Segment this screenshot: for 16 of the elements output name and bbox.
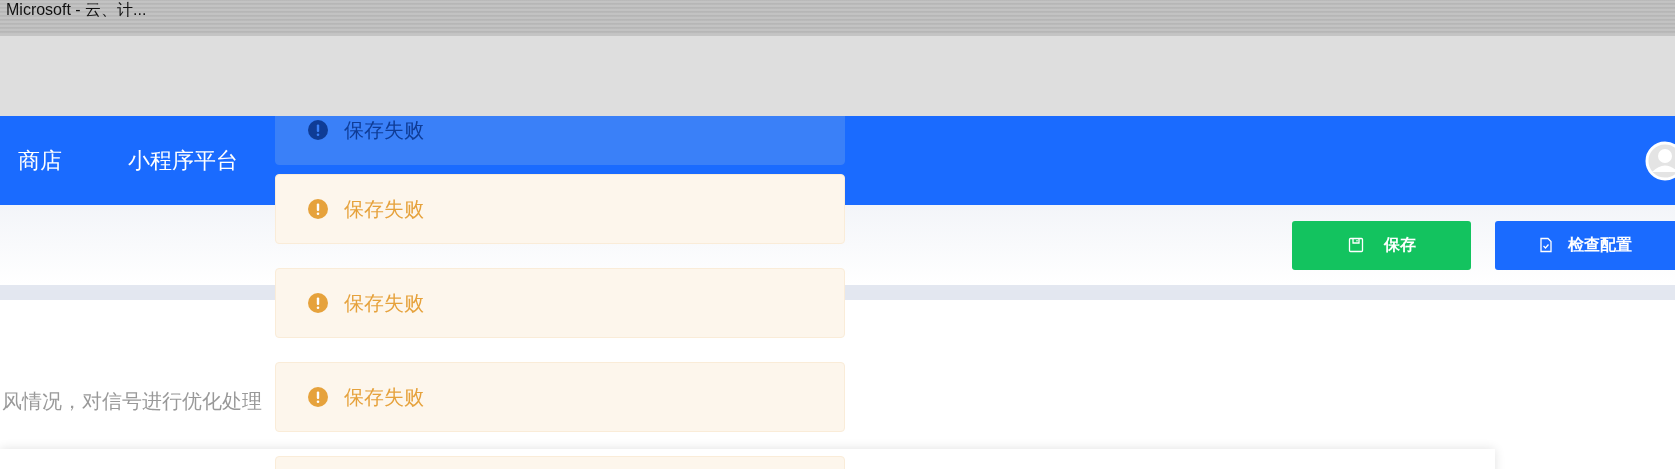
warning-icon [308,199,328,219]
toast-message: 保存失败 [275,268,845,338]
toast-message: 保存失败 [275,174,845,244]
save-button[interactable]: 保存 [1292,220,1471,270]
window-title: Microsoft - 云、计... [5,0,147,20]
nav-item[interactable]: 小程序平台 [128,145,238,176]
warning-icon [308,120,328,140]
warning-icon [308,293,328,313]
floppy-icon [1347,237,1364,253]
check-config-button[interactable]: 检查配置 [1495,220,1675,270]
description-text: 风情况，对信号进行优化处理 [1,388,262,415]
nav-item[interactable]: 商店 [18,145,62,176]
warning-icon [308,387,328,407]
avatar-icon[interactable] [1645,140,1675,181]
document-check-icon [1538,237,1554,253]
toast-message: 保存失败 [275,362,845,432]
